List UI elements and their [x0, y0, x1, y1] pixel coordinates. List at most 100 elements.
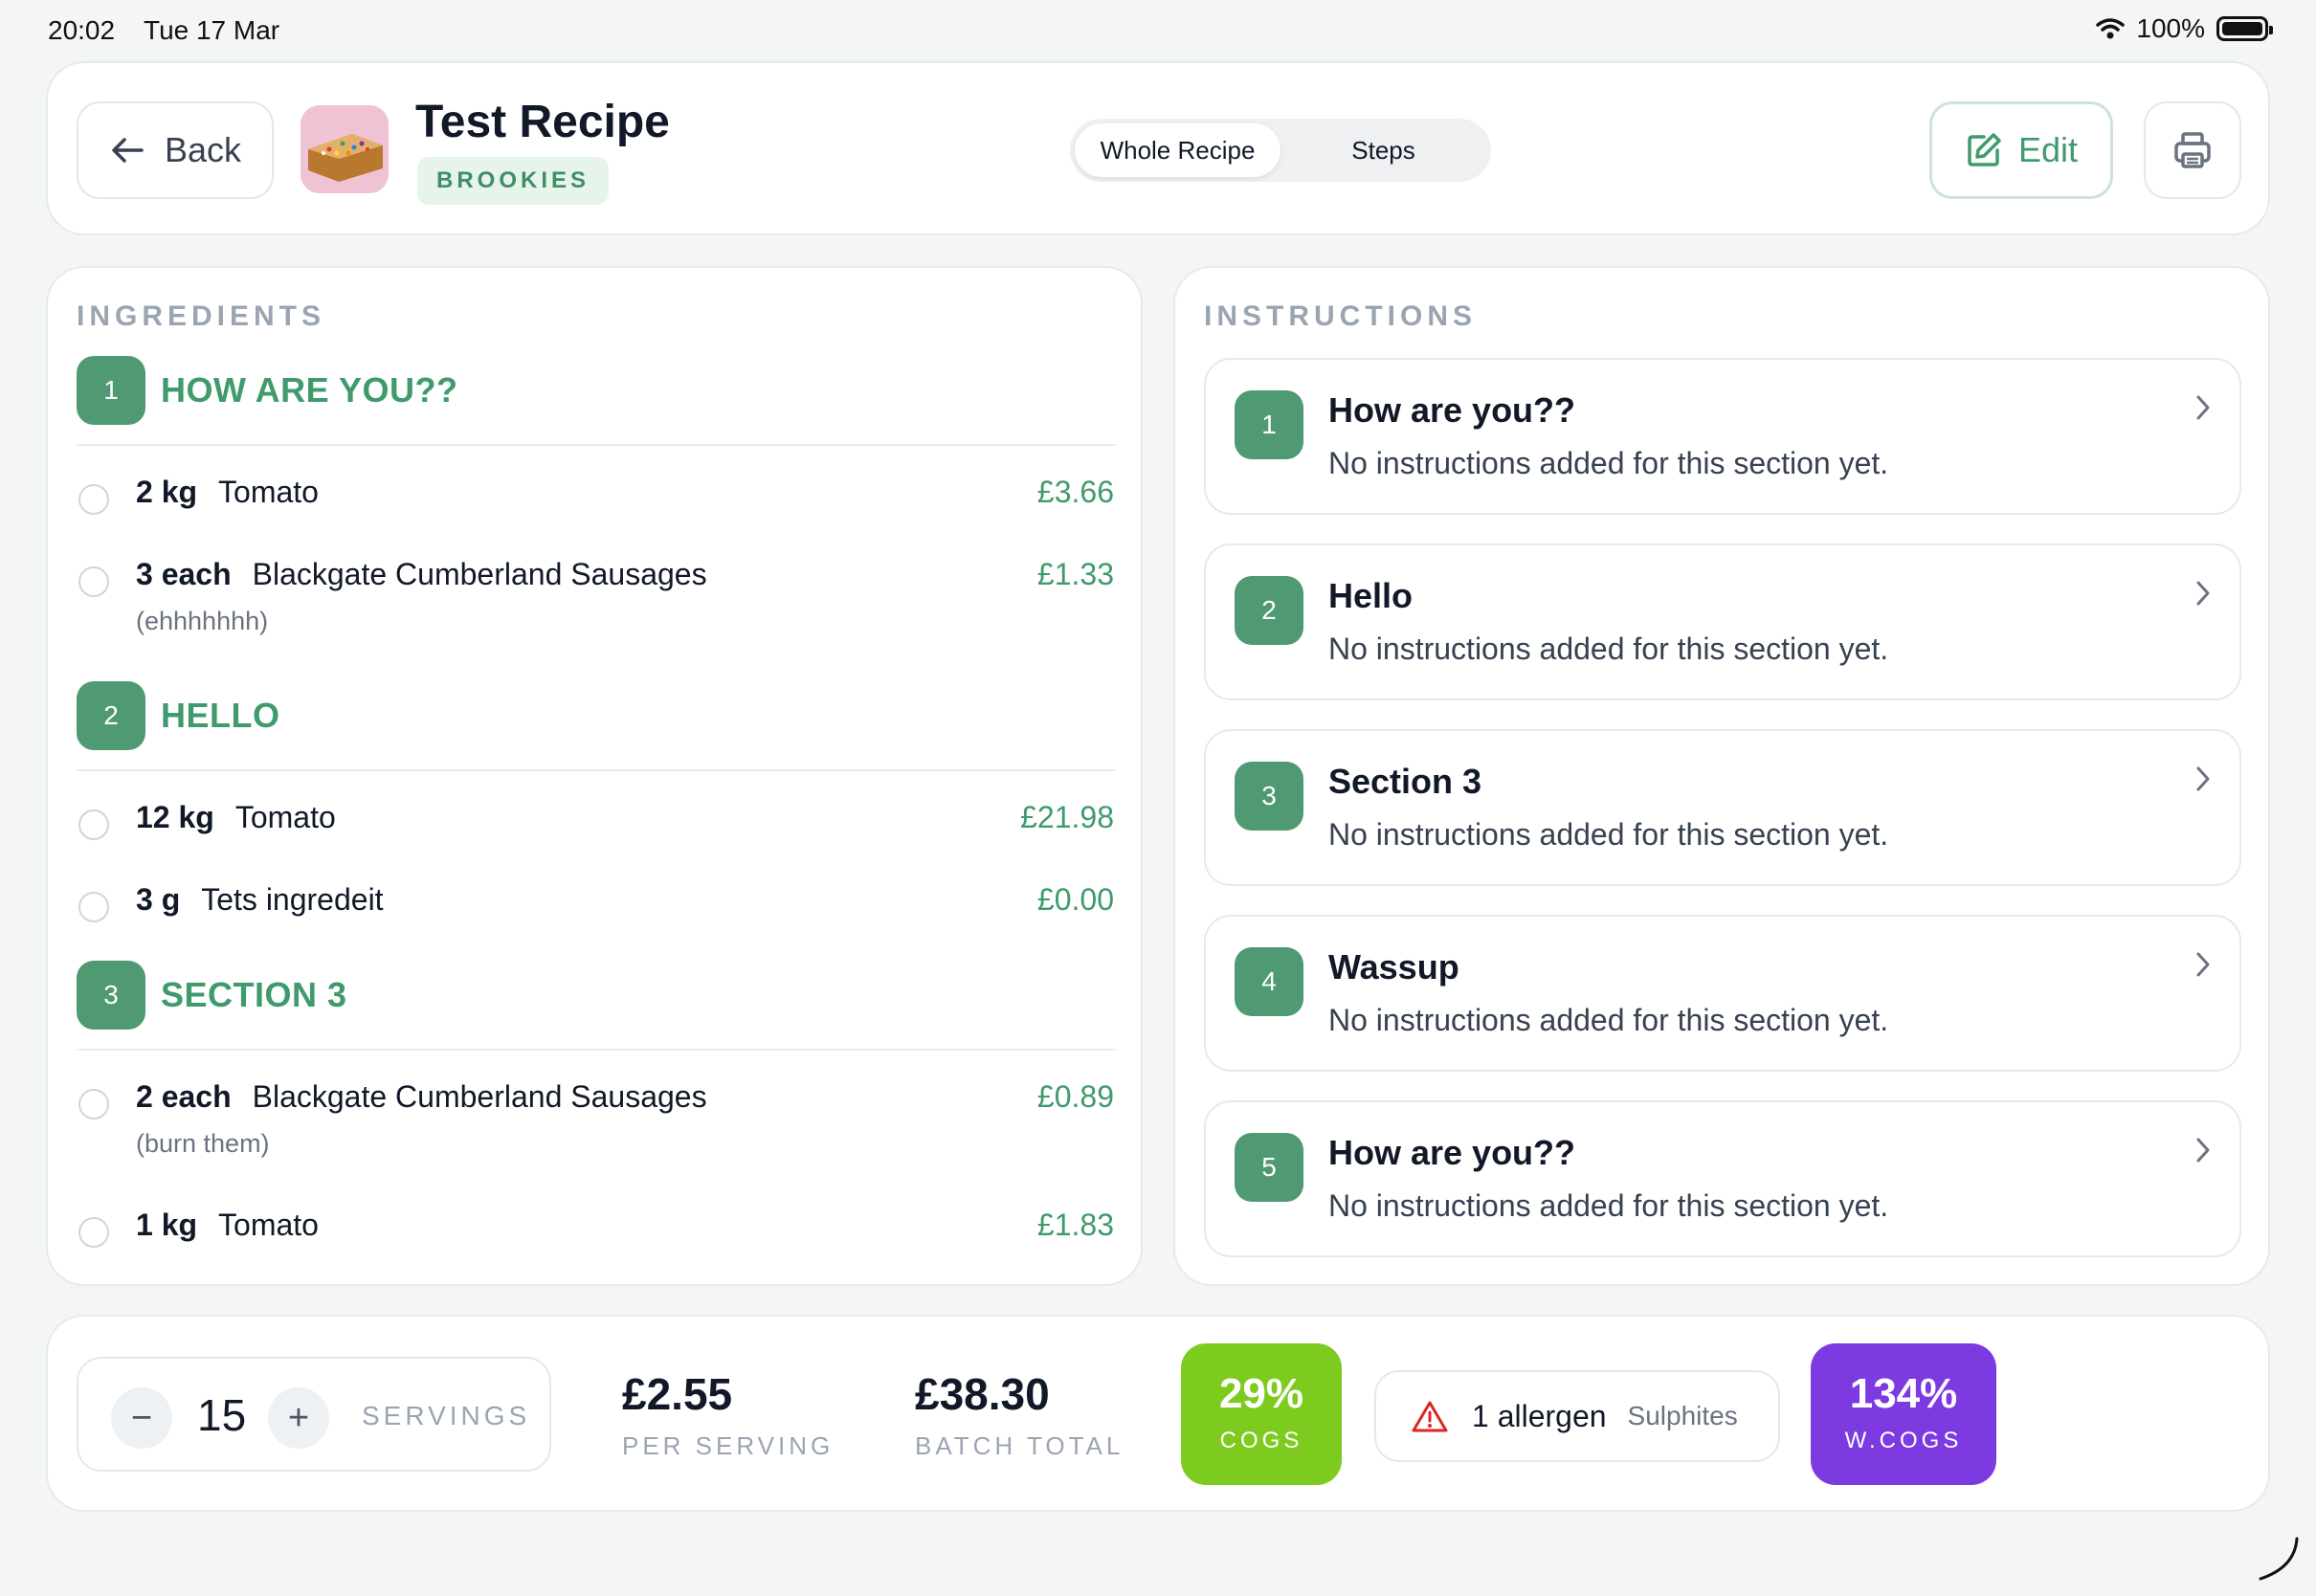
decrease-servings-button[interactable]: − — [111, 1387, 172, 1449]
instruction-text: No instructions added for this section y… — [1328, 817, 1889, 852]
section-name: HOW ARE YOU?? — [161, 370, 458, 410]
instruction-card[interactable]: 5 How are you?? No instructions added fo… — [1204, 1100, 2241, 1257]
allergen-button[interactable]: 1 allergen Sulphites — [1374, 1370, 1780, 1462]
print-button[interactable] — [2144, 101, 2241, 199]
ingredient-checkbox[interactable] — [78, 1089, 109, 1119]
batch-total-value: £38.30 — [915, 1369, 1050, 1419]
chevron-right-icon — [2196, 1138, 2210, 1163]
instructions-list[interactable]: 1 How are you?? No instructions added fo… — [1204, 358, 2243, 1267]
wcogs-value: 134% — [1849, 1370, 1958, 1417]
chevron-right-icon — [2196, 581, 2210, 606]
warning-icon — [1412, 1401, 1448, 1432]
instruction-title: Wassup — [1328, 947, 1459, 986]
edit-button[interactable]: Edit — [1929, 101, 2113, 199]
ingredient-checkbox[interactable] — [78, 809, 109, 840]
section-number: 3 — [1235, 762, 1303, 831]
ingredient-checkbox[interactable] — [78, 892, 109, 922]
ingredient-note: (ehhhhhhh) — [136, 607, 269, 635]
ingredient-qty: 3 each — [136, 557, 232, 591]
instruction-title: How are you?? — [1328, 390, 1576, 430]
cogs-value: 29% — [1218, 1370, 1304, 1417]
cost-footer: − 15 + SERVINGS £2.55 PER SERVING £38.30… — [46, 1315, 2270, 1512]
ingredient-price: £0.00 — [1036, 882, 1114, 917]
per-serving-value: £2.55 — [622, 1369, 733, 1419]
ingredient-name: Tomato — [218, 1208, 319, 1242]
section-name: HELLO — [161, 696, 280, 735]
wcogs-label: W.COGS — [1844, 1428, 1963, 1453]
printer-icon — [2174, 132, 2211, 168]
chevron-right-icon — [2196, 395, 2210, 420]
servings-label: SERVINGS — [362, 1401, 531, 1430]
ingredients-list[interactable]: 1 HOW ARE YOU?? 2 kg Tomato £3.66 3 each B… — [77, 356, 1116, 1265]
wcogs-badge: 134% W.COGS — [1811, 1343, 1996, 1485]
ingredient-row[interactable]: 3 each Blackgate Cumberland Sausages (ehh… — [77, 528, 1116, 656]
edit-icon — [1968, 133, 2001, 166]
section-number: 4 — [1235, 947, 1303, 1016]
section-number: 3 — [77, 961, 145, 1030]
allergen-count: 1 allergen — [1472, 1398, 1607, 1433]
ingredient-row[interactable]: 12 kg Tomato £21.98 — [77, 771, 1116, 853]
ingredient-row[interactable]: 2 each Blackgate Cumberland Sausages (bur… — [77, 1051, 1116, 1179]
ingredient-section: 1 HOW ARE YOU?? 2 kg Tomato £3.66 3 each B… — [77, 356, 1116, 656]
ingredient-row[interactable]: 1 kg Tomato £1.83 — [77, 1179, 1116, 1261]
section-name: SECTION 3 — [161, 975, 347, 1014]
ingredient-row[interactable]: 3 g Tets ingredeit £0.00 — [77, 853, 1116, 936]
increase-servings-button[interactable]: + — [268, 1387, 329, 1449]
instruction-title: Section 3 — [1328, 762, 1482, 801]
instruction-text: No instructions added for this section y… — [1328, 1003, 1889, 1037]
ingredient-checkbox[interactable] — [78, 566, 109, 597]
instructions-panel: INSTRUCTIONS 1 How are you?? No instruct… — [1173, 266, 2270, 1286]
back-button[interactable]: Back — [77, 101, 274, 199]
status-right: 100% — [2096, 13, 2273, 44]
batch-total-label: BATCH TOTAL — [915, 1431, 1125, 1460]
ingredient-name: Tomato — [234, 800, 336, 834]
instruction-title: Hello — [1328, 576, 1414, 615]
status-time: 20:02 — [48, 15, 116, 45]
ingredient-checkbox[interactable] — [78, 484, 109, 515]
section-number: 1 — [77, 356, 145, 425]
ingredients-panel: INGREDIENTS 1 HOW ARE YOU?? 2 kg Tomato £… — [46, 266, 1143, 1286]
ingredient-price: £1.83 — [1036, 1208, 1114, 1242]
ingredient-row[interactable]: 2 kg Tomato £3.66 — [77, 446, 1116, 528]
instruction-card[interactable]: 3 Section 3 No instructions added for th… — [1204, 729, 2241, 886]
per-serving-stat: £2.55 PER SERVING — [622, 1368, 834, 1461]
ingredient-section: 3 SECTION 3 2 each Blackgate Cumberland S… — [77, 961, 1116, 1261]
servings-count: 15 — [197, 1390, 247, 1440]
recipe-header: Back Test Recipe BROOKIES Whole Recipe S… — [46, 61, 2270, 235]
recipe-title: Test Recipe — [415, 97, 670, 147]
ingredient-name: Blackgate Cumberland Sausages — [252, 1079, 707, 1114]
instruction-card[interactable]: 1 How are you?? No instructions added fo… — [1204, 358, 2241, 515]
instruction-title: How are you?? — [1328, 1133, 1576, 1172]
status-bar: 20:02 Tue 17 Mar 100% — [0, 0, 2316, 59]
allergen-names: Sulphites — [1627, 1401, 1738, 1430]
tab-whole-recipe[interactable]: Whole Recipe — [1075, 123, 1280, 177]
corner-handle-icon — [2259, 1537, 2299, 1581]
ingredient-qty: 3 g — [136, 882, 181, 917]
ingredient-qty: 1 kg — [136, 1208, 198, 1242]
ingredient-qty: 12 kg — [136, 800, 214, 834]
ingredient-checkbox[interactable] — [78, 1217, 109, 1248]
instruction-text: No instructions added for this section y… — [1328, 446, 1889, 480]
instruction-text: No instructions added for this section y… — [1328, 1188, 1889, 1223]
batch-total-stat: £38.30 BATCH TOTAL — [915, 1368, 1124, 1461]
arrow-left-icon — [112, 138, 144, 163]
servings-stepper: − 15 + SERVINGS — [77, 1357, 551, 1472]
category-badge: BROOKIES — [417, 157, 610, 205]
view-toggle: Whole Recipe Steps — [1070, 119, 1491, 182]
ingredient-note: (burn them) — [136, 1129, 270, 1158]
chevron-right-icon — [2196, 766, 2210, 791]
ingredient-name: Blackgate Cumberland Sausages — [252, 557, 707, 591]
edit-label: Edit — [2017, 130, 2079, 169]
battery-percent: 100% — [2136, 13, 2205, 43]
cogs-badge: 29% COGS — [1181, 1343, 1342, 1485]
ingredient-price: £1.33 — [1036, 557, 1114, 591]
instruction-card[interactable]: 2 Hello No instructions added for this s… — [1204, 543, 2241, 700]
ingredient-section: 2 HELLO 12 kg Tomato £21.98 3 g Tets ingre… — [77, 681, 1116, 936]
recipe-thumbnail — [301, 105, 389, 193]
ingredients-label: INGREDIENTS — [77, 300, 326, 332]
back-label: Back — [164, 130, 242, 169]
instruction-card[interactable]: 4 Wassup No instructions added for this … — [1204, 915, 2241, 1072]
tab-steps[interactable]: Steps — [1280, 123, 1486, 177]
section-header: 2 HELLO — [77, 681, 1116, 750]
battery-icon — [2216, 16, 2273, 41]
